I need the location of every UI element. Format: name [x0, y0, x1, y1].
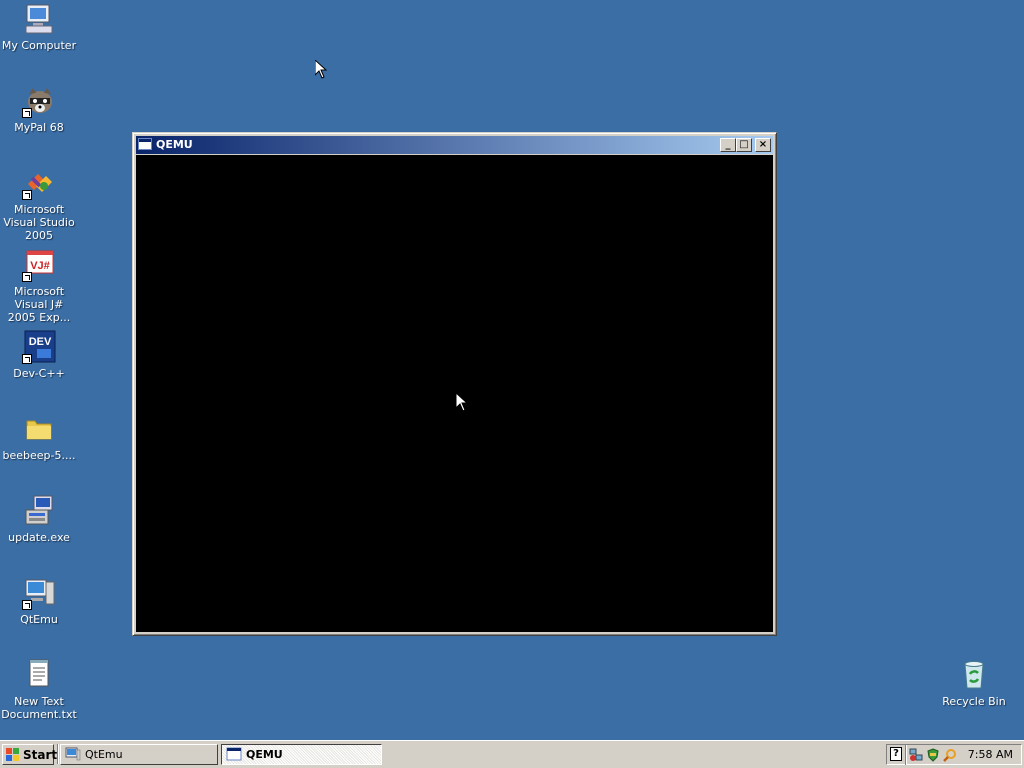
taskbar-button-label: QEMU [246, 748, 283, 761]
qemu-window[interactable]: QEMU _ □ × [132, 132, 777, 636]
window-titlebar[interactable]: QEMU _ □ × [136, 136, 773, 154]
desktop-icon-label: New Text Document.txt [1, 695, 77, 721]
shortcut-arrow-icon [22, 190, 32, 200]
desktop-icon-visual-j-sharp[interactable]: VJ# Microsoft Visual J# 2005 Exp... [0, 248, 79, 324]
svg-text:VJ#: VJ# [30, 260, 50, 272]
qtemu-icon [65, 747, 81, 761]
desktop-icon-dev-cpp[interactable]: DEV Dev-C++ [0, 330, 79, 380]
desktop-icon-label: Recycle Bin [942, 695, 1006, 708]
desktop-icon-recycle-bin[interactable]: Recycle Bin [934, 658, 1014, 708]
window-app-icon[interactable] [138, 138, 152, 150]
desktop-icon-label: QtEmu [20, 613, 58, 626]
taskbar: Start QtEmu QEMU ? 7:58 AM [0, 740, 1024, 768]
visual-studio-icon [22, 166, 56, 200]
desktop-icon-label: Microsoft Visual J# 2005 Exp... [7, 285, 71, 324]
desktop-icon-label: Dev-C++ [13, 367, 65, 380]
desktop-icon-label: Microsoft Visual Studio 2005 [3, 203, 75, 242]
taskbar-button-qtemu[interactable]: QtEmu [60, 744, 218, 765]
svg-text:DEV: DEV [29, 336, 52, 348]
installer-icon [22, 494, 56, 528]
security-shield-icon[interactable] [926, 748, 940, 762]
shortcut-arrow-icon [22, 600, 32, 610]
notepad-document-icon [22, 658, 56, 692]
taskbar-button-label: QtEmu [85, 748, 123, 761]
desktop-icon-my-computer[interactable]: My Computer [0, 2, 79, 52]
window-title: QEMU [156, 138, 193, 151]
magnifier-icon[interactable] [943, 748, 957, 762]
dev-cpp-icon: DEV [22, 330, 56, 364]
shortcut-arrow-icon [22, 354, 32, 364]
desktop-icon-label: beebeep-5.... [2, 449, 76, 462]
qtemu-icon [22, 576, 56, 610]
shortcut-arrow-icon [22, 108, 32, 118]
desktop-icon-mypal[interactable]: MyPal 68 [0, 84, 79, 134]
raccoon-browser-icon [22, 84, 56, 118]
start-button[interactable]: Start [2, 744, 58, 765]
recycle-bin-icon [957, 658, 991, 692]
desktop-icon-label: My Computer [1, 39, 77, 52]
desktop-icon-qtemu[interactable]: QtEmu [0, 576, 79, 626]
mouse-cursor-icon [315, 60, 327, 79]
taskbar-button-qemu[interactable]: QEMU [221, 744, 382, 765]
desktop-icon-label: MyPal 68 [14, 121, 64, 134]
shortcut-arrow-icon [22, 272, 32, 282]
minimize-button[interactable]: _ [720, 138, 736, 152]
emulator-display[interactable] [136, 155, 773, 632]
folder-icon [22, 412, 56, 446]
clock[interactable]: 7:58 AM [968, 748, 1013, 761]
system-tray: ? 7:58 AM [886, 744, 1022, 765]
tray-separator [905, 745, 907, 765]
desktop-icon-beebeep-folder[interactable]: beebeep-5.... [0, 412, 79, 462]
help-icon[interactable]: ? [890, 747, 902, 761]
windows-flag-icon [6, 748, 19, 761]
desktop-icon-new-text-document[interactable]: New Text Document.txt [0, 658, 79, 721]
desktop-icon-visual-studio[interactable]: Microsoft Visual Studio 2005 [0, 166, 79, 242]
desktop: { "desktop": { "icons": [ {"label": "My … [0, 0, 1024, 768]
vj-sharp-icon: VJ# [22, 248, 56, 282]
start-label: Start [23, 748, 58, 762]
maximize-button[interactable]: □ [736, 138, 752, 152]
computer-icon [22, 2, 56, 36]
window-app-icon [226, 747, 242, 761]
network-icon[interactable] [909, 748, 923, 762]
guest-mouse-cursor-icon [456, 393, 468, 412]
desktop-icon-label: update.exe [8, 531, 70, 544]
desktop-icon-update-exe[interactable]: update.exe [0, 494, 79, 544]
close-button[interactable]: × [755, 138, 771, 152]
taskbar-separator [57, 744, 59, 764]
